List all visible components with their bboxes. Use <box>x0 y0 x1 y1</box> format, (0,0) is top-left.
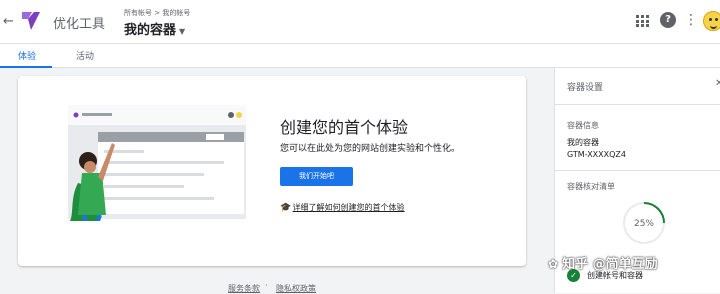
empty-state-title: 创建您的首个体验 <box>280 118 409 137</box>
tab-activity[interactable]: 活动 <box>76 49 94 62</box>
empty-state-card: 创建您的首个体验 您可以在此处为您的网站创建实验和个性化。 我们开始吧 🎓 详细… <box>18 76 526 266</box>
container-info-heading: 容器信息 <box>567 121 599 130</box>
watermark-text: 知乎 @简单互励 <box>562 257 658 272</box>
avatar[interactable] <box>703 11 720 31</box>
sidebar-container-name: 我的容器 <box>567 138 599 147</box>
learn-more-row: 🎓 详细了解如何创建您的首个体验 <box>280 202 405 213</box>
active-tab-indicator <box>0 66 52 68</box>
tab-bar: 体验 活动 <box>0 44 720 68</box>
apps-grid-icon[interactable] <box>636 12 652 28</box>
checklist-item-label: 创建帐号和容器 <box>587 271 643 280</box>
container-name: 我的容器 <box>124 23 177 38</box>
progress-label: 25% <box>634 219 654 229</box>
optimize-logo <box>22 12 40 30</box>
watermark: ✿ 知乎 @简单互励 <box>548 253 658 272</box>
breadcrumb[interactable]: 所有帐号 > 我的帐号 <box>124 8 190 18</box>
arrow-back-icon[interactable]: ← <box>3 14 14 29</box>
terms-link[interactable]: 服务条款 <box>228 283 260 294</box>
privacy-link[interactable]: 隐私权政策 <box>276 283 316 294</box>
top-app-bar: ← 优化工具 所有帐号 > 我的帐号 我的容器 ▼ ? ⋮ <box>0 0 720 44</box>
get-started-button[interactable]: 我们开始吧 <box>280 167 353 186</box>
checklist-heading: 容器核对清单 <box>567 182 615 191</box>
graduation-cap-icon: 🎓 <box>280 203 292 213</box>
panel-title: 容器设置 <box>567 83 604 93</box>
learn-more-link[interactable]: 详细了解如何创建您的首个体验 <box>293 203 405 212</box>
more-vert-icon[interactable]: ⋮ <box>683 12 699 28</box>
progress-ring: 25% <box>623 202 665 244</box>
divider <box>555 170 720 171</box>
app-title: 优化工具 <box>53 17 106 32</box>
wechat-icon: ✿ <box>548 257 559 271</box>
container-switcher[interactable]: 我的容器 ▼ <box>124 19 185 38</box>
experience-illustration <box>68 105 246 221</box>
close-icon[interactable]: ✕ <box>715 78 720 89</box>
caret-down-icon: ▼ <box>179 27 186 36</box>
help-icon[interactable]: ? <box>660 12 676 28</box>
divider <box>555 104 720 105</box>
empty-state-description: 您可以在此处为您的网站创建实验和个性化。 <box>280 144 461 154</box>
footer-separator: · <box>265 281 268 290</box>
container-id: GTM-XXXXQZ4 <box>567 150 626 159</box>
tab-experiences[interactable]: 体验 <box>18 49 36 62</box>
